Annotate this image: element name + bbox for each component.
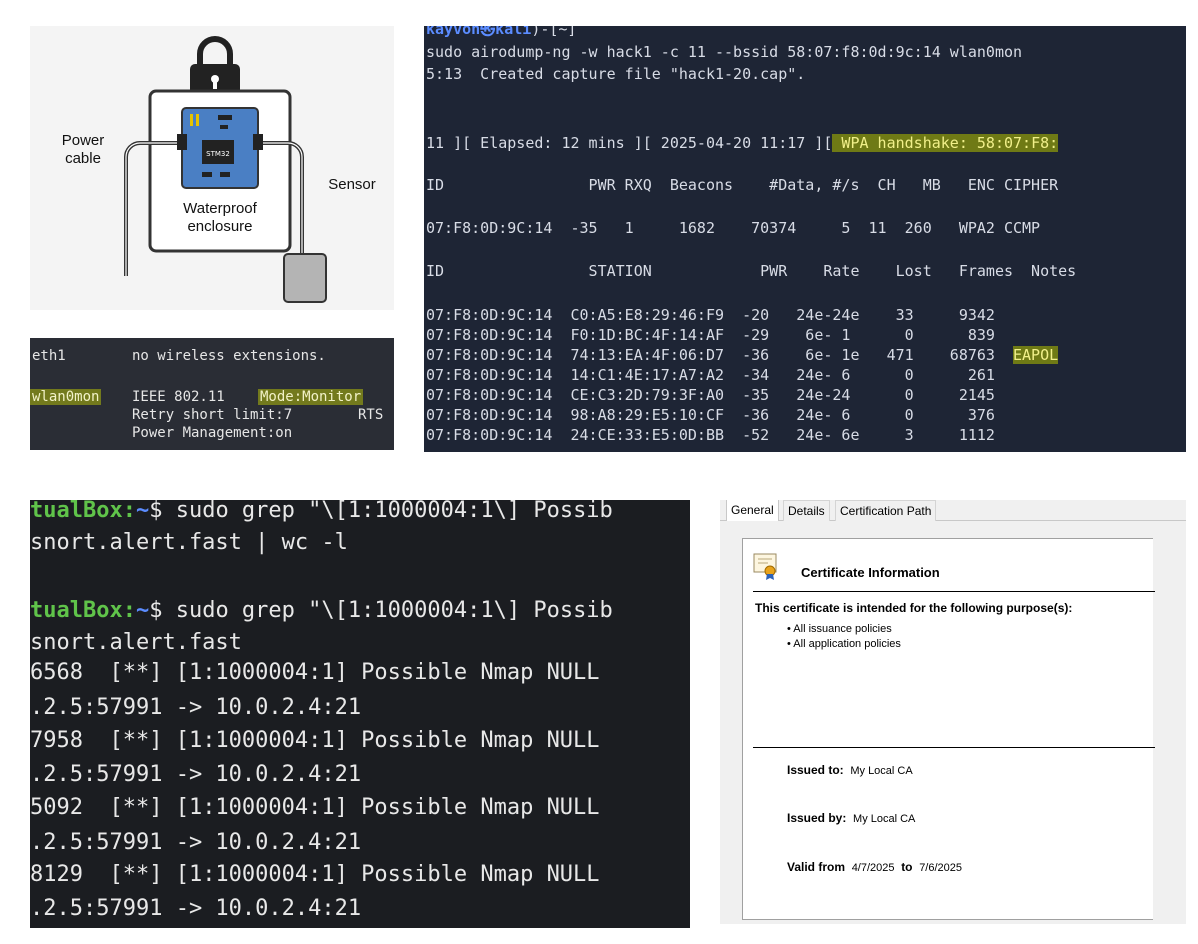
station-row: 07:F8:0D:9C:14 F0:1D:BC:4F:14:AF -29 6e-… bbox=[426, 326, 995, 344]
station-table-header: ID STATION PWR Rate Lost Frames Notes bbox=[426, 262, 1077, 280]
station-row: 07:F8:0D:9C:14 14:C1:4E:17:A7:A2 -34 24e… bbox=[426, 366, 995, 384]
grep-command-2-cont: snort.alert.fast bbox=[30, 630, 242, 655]
eth1-message: no wireless extensions. bbox=[132, 348, 326, 364]
station-row: 07:F8:0D:9C:14 C0:A5:E8:29:46:F9 -20 24e… bbox=[426, 306, 995, 324]
device-diagram: STM32 Power cable Sensor Waterproof encl… bbox=[30, 26, 394, 310]
airodump-terminal: kayvon㉿kali)-[~] sudo airodump-ng -w hac… bbox=[424, 26, 1186, 452]
status-elapsed: 11 ][ Elapsed: 12 mins ][ 2025-04-20 11:… bbox=[426, 134, 833, 152]
alert-rule-line: 6568 [**] [1:1000004:1] Possible Nmap NU… bbox=[30, 660, 600, 685]
prompt-path: )-[~] bbox=[531, 26, 577, 38]
alert-conn-line: .2.5:57991 -> 10.0.2.4:21 bbox=[30, 762, 362, 787]
grep-command-1-cont: snort.alert.fast | wc -l bbox=[30, 530, 348, 555]
station-row: 07:F8:0D:9C:14 98:A8:29:E5:10:CF -36 24e… bbox=[426, 406, 995, 424]
power-management: Power Management:on bbox=[132, 425, 293, 441]
station-row: 07:F8:0D:9C:14 74:13:EA:4F:06:D7 -36 6e-… bbox=[426, 346, 1059, 364]
issued-to-row: Issued to: My Local CA bbox=[787, 763, 913, 777]
purpose-item: • All application policies bbox=[787, 638, 901, 650]
prompt-user: kayvon㉿kali bbox=[426, 26, 532, 38]
valid-from-row: Valid from 4/7/2025 to 7/6/2025 bbox=[787, 860, 963, 874]
tab-general[interactable]: General bbox=[726, 500, 779, 521]
certificate-icon bbox=[753, 553, 777, 580]
prompt-line: kayvon㉿kali)-[~] bbox=[426, 26, 576, 38]
ap-table-row: 07:F8:0D:9C:14 -35 1 1682 70374 5 11 260… bbox=[426, 219, 1041, 237]
tab-certification-path[interactable]: Certification Path bbox=[835, 500, 937, 521]
wpa-handshake-badge: WPA handshake: 58:07:F8: bbox=[832, 134, 1059, 152]
grep-command-1: tualBox:~$ sudo grep "\[1:1000004:1\] Po… bbox=[30, 500, 613, 523]
alert-conn-line: .2.5:57991 -> 10.0.2.4:21 bbox=[30, 896, 362, 921]
purpose-item: • All issuance policies bbox=[787, 623, 892, 635]
enclosure-illustration: STM32 bbox=[124, 36, 327, 303]
station-row: 07:F8:0D:9C:14 CE:C3:2D:79:3F:A0 -35 24e… bbox=[426, 386, 995, 404]
eapol-note: EAPOL bbox=[1013, 346, 1059, 364]
eth1-iface: eth1 bbox=[32, 348, 66, 364]
retry-line: Retry short limit:7 bbox=[132, 407, 293, 423]
valid-from-value: 4/7/2025 bbox=[851, 862, 895, 874]
snort-terminal: tualBox:~$ sudo grep "\[1:1000004:1\] Po… bbox=[30, 500, 690, 928]
ap-table-header: ID PWR RXQ Beacons #Data, #/s CH MB ENC … bbox=[426, 176, 1059, 194]
issued-by-row: Issued by: My Local CA bbox=[787, 811, 916, 825]
iwconfig-output: eth1 no wireless extensions. wlan0mon IE… bbox=[30, 338, 394, 450]
tab-details[interactable]: Details bbox=[783, 500, 830, 521]
purpose-heading: This certificate is intended for the fol… bbox=[755, 601, 1073, 615]
enclosure-label: Waterproof enclosure bbox=[183, 200, 257, 235]
grep-command-2: tualBox:~$ sudo grep "\[1:1000004:1\] Po… bbox=[30, 598, 613, 623]
wlan-standard: IEEE 802.11 bbox=[132, 389, 225, 405]
chip-label: STM32 bbox=[206, 150, 230, 158]
alert-conn-line: .2.5:57991 -> 10.0.2.4:21 bbox=[30, 830, 362, 855]
alert-rule-line: 7958 [**] [1:1000004:1] Possible Nmap NU… bbox=[30, 728, 600, 753]
rts-label: RTS bbox=[358, 407, 384, 423]
alert-rule-line: 5092 [**] [1:1000004:1] Possible Nmap NU… bbox=[30, 795, 600, 820]
certificate-info-panel: Certificate Information This certificate… bbox=[742, 538, 1155, 920]
sensor-label: Sensor bbox=[328, 176, 376, 193]
capture-created-line: 5:13 Created capture file "hack1-20.cap"… bbox=[426, 65, 806, 83]
station-row: 07:F8:0D:9C:14 24:CE:33:E5:0D:BB -52 24e… bbox=[426, 426, 995, 444]
issued-by-value: My Local CA bbox=[853, 813, 916, 825]
issued-to-value: My Local CA bbox=[850, 765, 913, 777]
wlan-mode: Mode:Monitor bbox=[258, 389, 364, 405]
alert-conn-line: .2.5:57991 -> 10.0.2.4:21 bbox=[30, 695, 362, 720]
wlan-iface: wlan0mon bbox=[30, 389, 102, 405]
stm32-board: STM32 bbox=[177, 107, 263, 189]
sensor-box bbox=[283, 253, 327, 303]
airodump-command: sudo airodump-ng -w hack1 -c 11 --bssid … bbox=[426, 43, 1023, 61]
status-line: 11 ][ Elapsed: 12 mins ][ 2025-04-20 11:… bbox=[426, 134, 1059, 152]
certificate-dialog: General Details Certification Path Certi… bbox=[720, 500, 1186, 924]
alert-rule-line: 8129 [**] [1:1000004:1] Possible Nmap NU… bbox=[30, 862, 600, 887]
certificate-title: Certificate Information bbox=[801, 565, 940, 580]
valid-to-value: 7/6/2025 bbox=[919, 862, 963, 874]
power-cable-label: Power cable bbox=[61, 132, 105, 167]
